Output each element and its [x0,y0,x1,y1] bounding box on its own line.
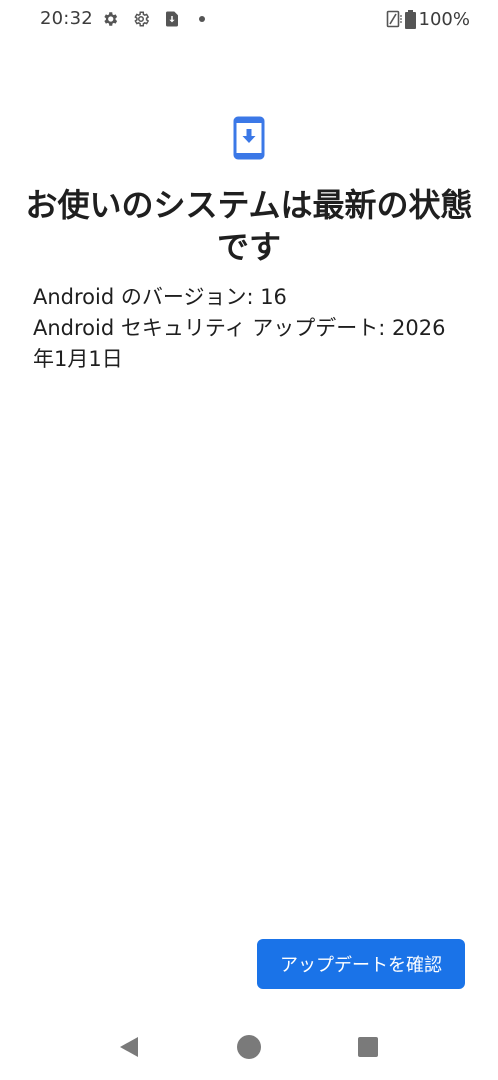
check-update-button[interactable]: アップデートを確認 [257,939,465,989]
nav-bar [0,1020,498,1080]
version-info: Android のバージョン: 16 Android セキュリティ アップデート… [33,282,463,375]
settings-icon [134,11,150,27]
home-icon[interactable] [237,1035,261,1059]
download-icon [166,11,178,27]
status-time: 20:32 [40,8,93,29]
battery-percent: 100% [418,8,470,30]
system-update-icon [233,116,265,160]
security-update-text: Android セキュリティ アップデート: 2026年1月1日 [33,316,446,371]
back-icon[interactable] [118,1035,140,1059]
status-bar: 20:32 100% [0,0,498,38]
dot-icon [199,16,205,22]
battery-icon [404,9,416,29]
no-sim-icon [386,10,402,28]
status-right-group: 100% [386,8,470,30]
gear-icon [104,12,118,26]
page-title: お使いのシステムは最新の状態です [25,186,473,266]
android-version-text: Android のバージョン: 16 [33,285,287,309]
recents-icon[interactable] [358,1037,378,1057]
